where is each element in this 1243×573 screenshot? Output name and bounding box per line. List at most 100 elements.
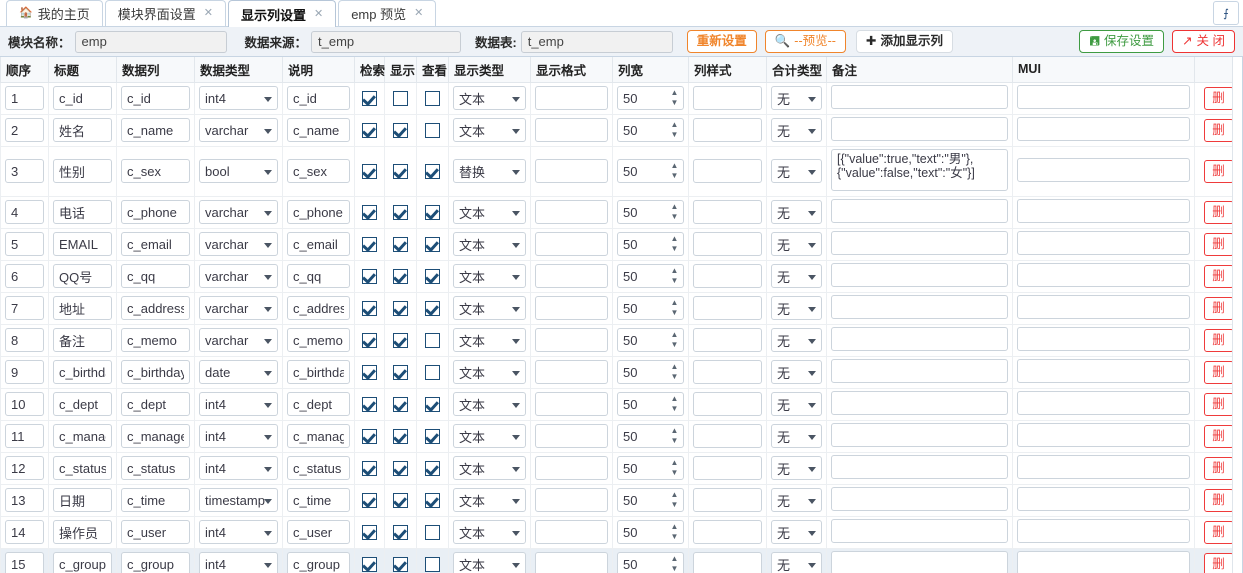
data-type-select[interactable]: int4: [199, 86, 278, 110]
chevron-up-icon[interactable]: ▲: [670, 523, 679, 531]
column-width-stepper[interactable]: 50 ▲ ▼: [617, 296, 684, 320]
display-format-input[interactable]: [535, 360, 608, 384]
order-input[interactable]: [5, 456, 44, 480]
title-input[interactable]: [53, 456, 112, 480]
column-style-input[interactable]: [693, 360, 762, 384]
view-checkbox[interactable]: [425, 204, 440, 220]
column-style-input[interactable]: [693, 159, 762, 183]
show-checkbox[interactable]: [393, 122, 408, 138]
display-format-input[interactable]: [535, 264, 608, 288]
column-style-input[interactable]: [693, 456, 762, 480]
display-format-input[interactable]: [535, 424, 608, 448]
chevron-up-icon[interactable]: ▲: [670, 331, 679, 339]
delete-row-button[interactable]: 删: [1203, 296, 1234, 320]
close-icon[interactable]: ✕: [414, 8, 423, 19]
show-checkbox[interactable]: [393, 364, 408, 380]
display-type-select[interactable]: 文本: [453, 328, 526, 352]
mui-textarea[interactable]: [1017, 230, 1190, 255]
chevron-down-icon[interactable]: ▼: [670, 277, 679, 285]
delete-row-button[interactable]: 删: [1203, 392, 1234, 416]
table-row[interactable]: bool 替换 50 ▲ ▼ 无 [{"value":true,"text":"…: [0, 145, 1242, 197]
order-input[interactable]: [5, 392, 44, 416]
data-column-input[interactable]: [121, 159, 190, 183]
column-style-input[interactable]: [693, 232, 762, 256]
data-type-select[interactable]: timestamp: [199, 488, 278, 512]
column-style-input[interactable]: [693, 86, 762, 110]
data-type-select[interactable]: int4: [199, 392, 278, 416]
description-input[interactable]: [287, 328, 350, 352]
display-format-input[interactable]: [535, 159, 608, 183]
display-type-select[interactable]: 文本: [453, 296, 526, 320]
display-type-select[interactable]: 文本: [453, 264, 526, 288]
total-type-select[interactable]: 无: [771, 488, 822, 512]
title-input[interactable]: [53, 118, 112, 142]
table-row[interactable]: varchar 文本 50 ▲ ▼ 无 删: [0, 259, 1242, 293]
mui-textarea[interactable]: [1017, 326, 1190, 351]
title-input[interactable]: [53, 520, 112, 544]
description-input[interactable]: [287, 86, 350, 110]
delete-row-button[interactable]: 删: [1203, 232, 1234, 256]
view-checkbox[interactable]: [425, 332, 440, 348]
description-input[interactable]: [287, 159, 350, 183]
delete-row-button[interactable]: 删: [1203, 552, 1234, 573]
display-format-input[interactable]: [535, 552, 608, 573]
remark-textarea[interactable]: [831, 390, 1008, 415]
title-input[interactable]: [53, 360, 112, 384]
data-source-input[interactable]: [311, 30, 462, 53]
description-input[interactable]: [287, 232, 350, 256]
display-type-select[interactable]: 文本: [453, 232, 526, 256]
data-column-input[interactable]: [121, 118, 190, 142]
show-checkbox[interactable]: [393, 428, 408, 444]
view-checkbox[interactable]: [425, 163, 440, 179]
display-format-input[interactable]: [535, 86, 608, 110]
delete-row-button[interactable]: 删: [1203, 200, 1234, 224]
close-icon[interactable]: ✕: [204, 8, 213, 19]
display-format-input[interactable]: [535, 520, 608, 544]
data-column-input[interactable]: [121, 200, 190, 224]
mui-textarea[interactable]: [1017, 454, 1190, 479]
order-input[interactable]: [5, 86, 44, 110]
search-checkbox[interactable]: [362, 492, 377, 508]
column-style-input[interactable]: [693, 118, 762, 142]
total-type-select[interactable]: 无: [771, 328, 822, 352]
description-input[interactable]: [287, 360, 350, 384]
delete-row-button[interactable]: 删: [1203, 328, 1234, 352]
remark-textarea[interactable]: [831, 518, 1008, 543]
display-format-input[interactable]: [535, 296, 608, 320]
mui-textarea[interactable]: [1017, 198, 1190, 223]
data-type-select[interactable]: date: [199, 360, 278, 384]
column-style-input[interactable]: [693, 520, 762, 544]
display-type-select[interactable]: 文本: [453, 424, 526, 448]
delete-row-button[interactable]: 删: [1203, 159, 1234, 183]
data-type-select[interactable]: bool: [199, 159, 278, 183]
display-type-select[interactable]: 文本: [453, 86, 526, 110]
mui-textarea[interactable]: [1017, 262, 1190, 287]
title-input[interactable]: [53, 328, 112, 352]
title-input[interactable]: [53, 200, 112, 224]
data-column-input[interactable]: [121, 424, 190, 448]
chevron-down-icon[interactable]: ▼: [670, 501, 679, 509]
description-input[interactable]: [287, 118, 350, 142]
column-width-stepper[interactable]: 50 ▲ ▼: [617, 232, 684, 256]
data-column-input[interactable]: [121, 86, 190, 110]
mui-textarea[interactable]: [1017, 157, 1190, 182]
order-input[interactable]: [5, 520, 44, 544]
description-input[interactable]: [287, 392, 350, 416]
order-input[interactable]: [5, 552, 44, 573]
table-row[interactable]: int4 文本 50 ▲ ▼ 无 删: [0, 547, 1242, 573]
close-button[interactable]: ↗ 关 闭: [1172, 30, 1235, 53]
show-checkbox[interactable]: [393, 332, 408, 348]
show-checkbox[interactable]: [393, 236, 408, 252]
chevron-down-icon[interactable]: ▼: [670, 373, 679, 381]
remark-textarea[interactable]: [831, 550, 1008, 573]
reset-settings-button[interactable]: 重新设置: [686, 30, 757, 53]
delete-row-button[interactable]: 删: [1203, 488, 1234, 512]
chevron-double-down-icon[interactable]: ⨍: [1213, 1, 1239, 25]
view-checkbox[interactable]: [425, 236, 440, 252]
mui-textarea[interactable]: [1017, 84, 1190, 109]
delete-row-button[interactable]: 删: [1203, 360, 1234, 384]
data-table-input[interactable]: [520, 30, 673, 53]
mui-textarea[interactable]: [1017, 518, 1190, 543]
order-input[interactable]: [5, 159, 44, 183]
tab-home[interactable]: 🏠 我的主页: [6, 0, 103, 26]
